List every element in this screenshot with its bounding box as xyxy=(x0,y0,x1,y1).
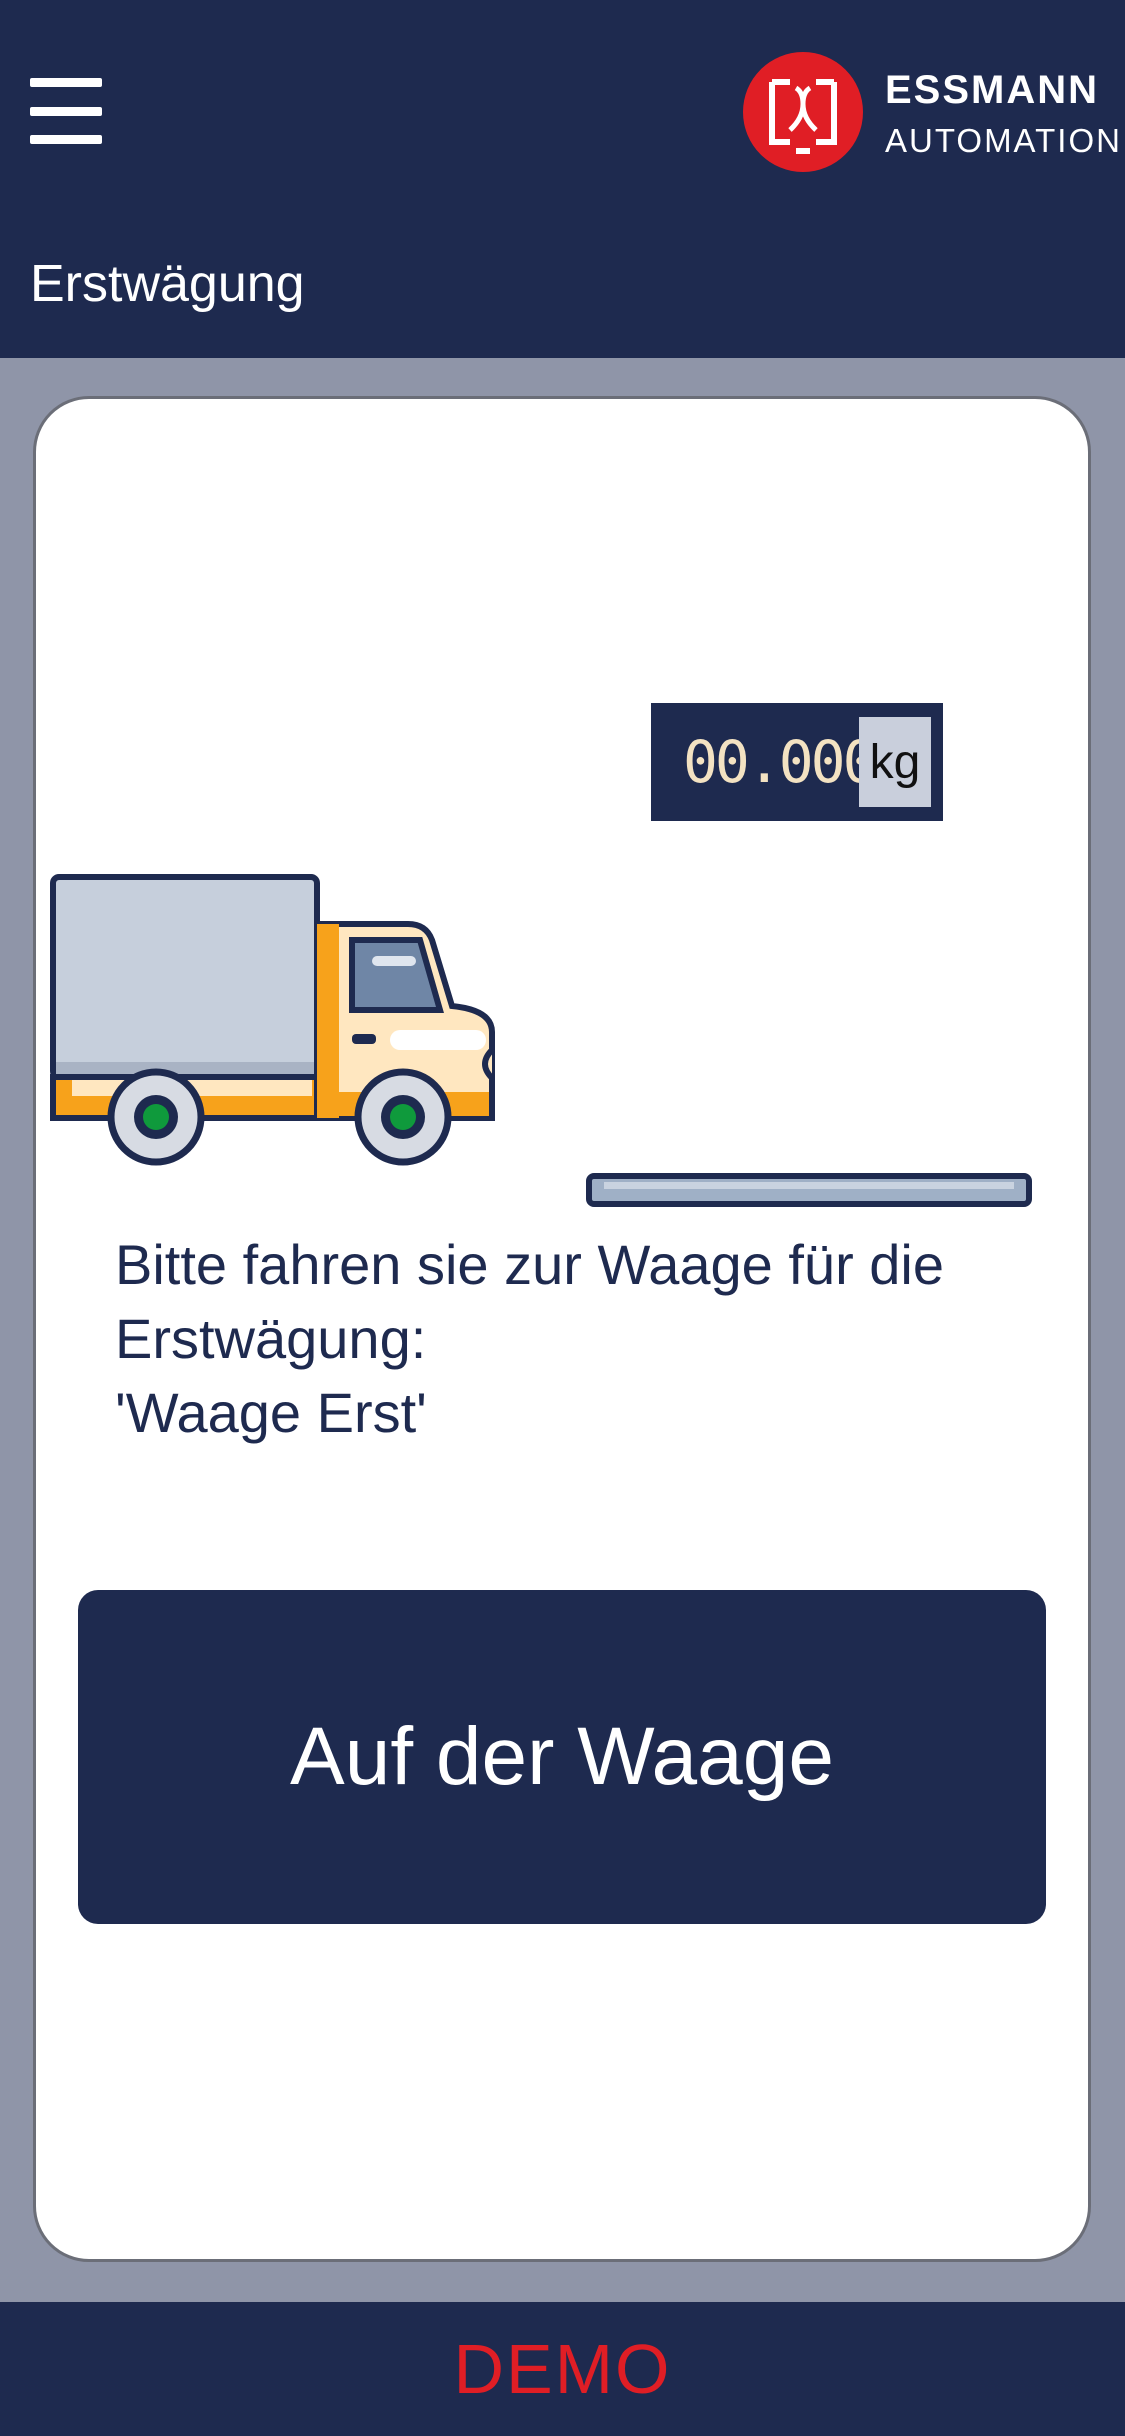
company-logo: ESSMANN AUTOMATION xyxy=(742,44,1120,180)
page-title: Erstwägung xyxy=(30,255,305,313)
essmann-logo-icon xyxy=(743,52,863,172)
scale-weight-unit: kg xyxy=(859,717,931,807)
scale-weight-display: 00.000 kg xyxy=(651,703,943,821)
logo-text-automation: AUTOMATION xyxy=(885,122,1122,159)
demo-label: DEMO xyxy=(453,2330,672,2408)
instruction-line-2: Erstwägung: xyxy=(115,1307,427,1370)
scale-weight-value: 00.000 xyxy=(683,728,878,796)
hamburger-menu-icon[interactable] xyxy=(30,78,102,144)
instruction-line-3: 'Waage Erst' xyxy=(115,1381,427,1444)
app-header: ESSMANN AUTOMATION Erstwägung xyxy=(0,0,1125,358)
footer-bar: DEMO xyxy=(0,2302,1125,2436)
instruction-text: Bitte fahren sie zur Waage für die Erstw… xyxy=(115,1228,1035,1450)
on-scale-button[interactable]: Auf der Waage xyxy=(78,1590,1046,1924)
instruction-line-1: Bitte fahren sie zur Waage für die xyxy=(115,1233,945,1296)
logo-text-essmann: ESSMANN xyxy=(885,68,1100,112)
